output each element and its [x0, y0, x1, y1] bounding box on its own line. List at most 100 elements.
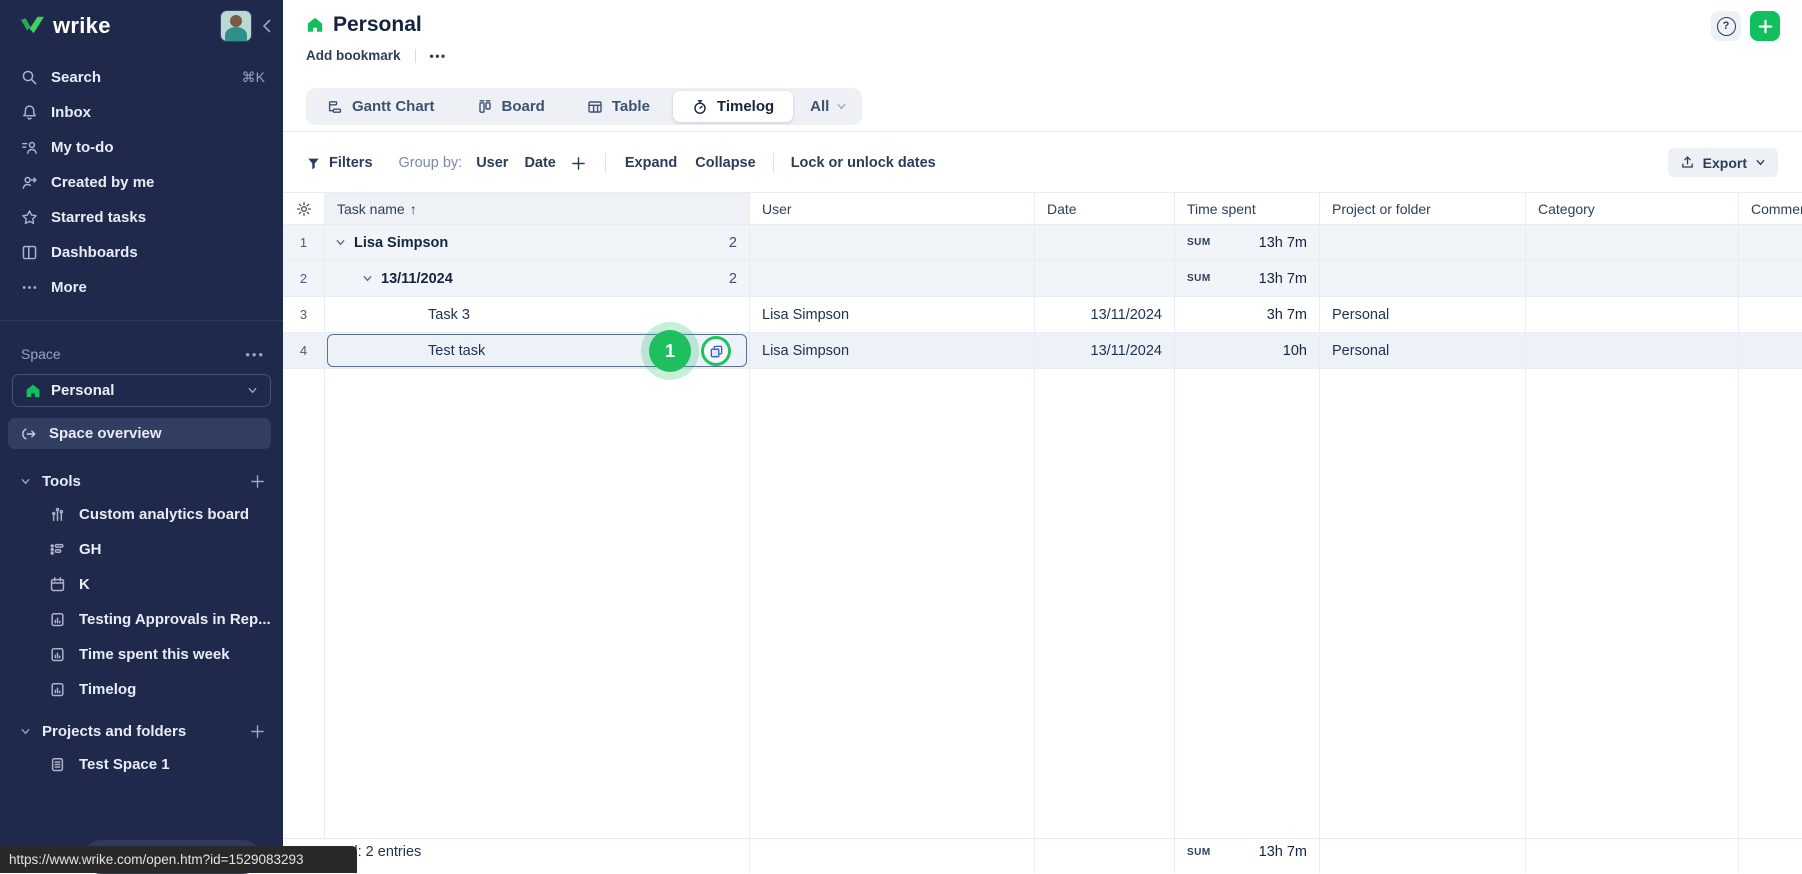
user-cell[interactable]: Lisa Simpson	[750, 297, 1035, 333]
expand-button[interactable]: Expand	[625, 155, 677, 171]
divider	[773, 153, 774, 173]
task-name: Test task	[428, 343, 485, 359]
sidebar-item-label: Dashboards	[51, 244, 138, 261]
chevron-down-icon	[247, 385, 258, 396]
chevron-down-icon	[20, 726, 31, 737]
user-cell[interactable]: Lisa Simpson	[750, 333, 1035, 369]
project-cell[interactable]: Personal	[1320, 297, 1526, 333]
row-number: 2	[283, 261, 325, 297]
create-new-button[interactable]	[1750, 11, 1780, 41]
task-name-cell[interactable]: Test task	[325, 333, 750, 369]
sidebar-item-created-by-me[interactable]: Created by me	[0, 165, 283, 200]
group-cell-date[interactable]: 13/11/2024 2	[325, 261, 750, 297]
grid-empty-area	[283, 369, 1802, 838]
date-cell[interactable]: 13/11/2024	[1035, 297, 1175, 333]
column-header-time-spent[interactable]: Time spent	[1175, 193, 1320, 225]
project-cell[interactable]: Personal	[1320, 333, 1526, 369]
projects-section-header[interactable]: Projects and folders	[0, 715, 283, 747]
group-name: Lisa Simpson	[354, 235, 448, 251]
sidebar-item-search[interactable]: Search ⌘K	[0, 60, 283, 95]
tab-label: Timelog	[717, 98, 774, 115]
tab-timelog[interactable]: Timelog	[673, 91, 793, 122]
date-cell[interactable]: 13/11/2024	[1035, 333, 1175, 369]
selection-outline	[327, 334, 747, 367]
time-spent-cell[interactable]: 3h 7m	[1175, 297, 1320, 333]
task-name-cell[interactable]: Task 3	[325, 297, 750, 333]
table-row-group-date[interactable]: 2 13/11/2024 2 SUM 13h 7m	[283, 261, 1802, 297]
bell-icon	[21, 104, 38, 121]
sidebar-item-my-todo[interactable]: My to-do	[0, 130, 283, 165]
column-header-comments[interactable]: Comments	[1739, 193, 1802, 225]
open-task-button[interactable]	[701, 336, 731, 366]
lock-unlock-dates-button[interactable]: Lock or unlock dates	[791, 155, 936, 171]
gear-icon	[296, 201, 312, 217]
sidebar-item-space-overview[interactable]: Space overview	[8, 418, 271, 449]
sidebar-item-label: Testing Approvals in Rep...	[79, 611, 271, 628]
grid-settings-cell[interactable]	[283, 193, 325, 225]
time-spent-value: 10h	[1283, 343, 1307, 359]
help-icon: ?	[1717, 17, 1736, 36]
group-by-date[interactable]: Date	[524, 155, 555, 171]
sidebar-item-gh[interactable]: GH	[0, 532, 283, 567]
user-avatar[interactable]	[220, 10, 252, 42]
sidebar-item-custom-analytics-board[interactable]: Custom analytics board	[0, 497, 283, 532]
row-number: 4	[283, 333, 325, 369]
space-selector-label: Personal	[51, 382, 114, 399]
tools-section-header[interactable]: Tools	[0, 465, 283, 497]
wrike-logo-text: wrike	[53, 13, 111, 39]
chevron-down-icon[interactable]	[362, 273, 373, 284]
add-grouping-icon[interactable]	[571, 156, 586, 171]
column-header-user[interactable]: User	[750, 193, 1035, 225]
filter-funnel-icon	[306, 156, 321, 171]
column-header-task-name[interactable]: Task name ↑	[325, 193, 750, 225]
space-selector[interactable]: Personal	[12, 374, 271, 407]
table-row-group-user[interactable]: 1 Lisa Simpson 2 SUM 13h 7m	[283, 225, 1802, 261]
sidebar-item-label: Starred tasks	[51, 209, 146, 226]
time-spent-cell[interactable]: 10h	[1175, 333, 1320, 369]
add-project-icon[interactable]	[250, 724, 265, 739]
sidebar-item-testing-approvals[interactable]: Testing Approvals in Rep...	[0, 602, 283, 637]
tab-label: Gantt Chart	[352, 98, 435, 115]
time-spent-value: 13h 7m	[1259, 235, 1307, 251]
chevron-down-icon[interactable]	[335, 237, 346, 248]
tab-all-dropdown[interactable]: All	[795, 88, 862, 125]
add-bookmark-link[interactable]: Add bookmark	[306, 48, 401, 63]
export-icon	[1680, 155, 1695, 170]
tab-table[interactable]: Table	[566, 88, 671, 125]
wrike-logo[interactable]: wrike	[20, 13, 111, 39]
column-header-category[interactable]: Category	[1526, 193, 1739, 225]
sidebar-item-time-spent-this-week[interactable]: Time spent this week	[0, 637, 283, 672]
divider	[415, 49, 416, 63]
space-more-icon[interactable]: •••	[245, 347, 265, 362]
sidebar-item-inbox[interactable]: Inbox	[0, 95, 283, 130]
help-button[interactable]: ?	[1711, 11, 1741, 41]
collapse-button[interactable]: Collapse	[695, 155, 755, 171]
sidebar-collapse-chevron-icon[interactable]	[262, 19, 271, 33]
group-by-user[interactable]: User	[476, 155, 508, 171]
column-header-date[interactable]: Date	[1035, 193, 1175, 225]
table-row-test-task[interactable]: 4 Test task Lisa Simpson 13/11/2024 10h …	[283, 333, 1802, 369]
timelog-grid: Task name ↑ User Date Time spent Project…	[283, 192, 1802, 873]
sidebar-item-test-space-1[interactable]: Test Space 1	[0, 747, 283, 782]
export-button[interactable]: Export	[1668, 148, 1778, 177]
sidebar-nav: Search ⌘K Inbox My to-do Created by me S…	[0, 52, 283, 305]
header-more-icon[interactable]: •••	[430, 49, 447, 63]
sidebar-item-label: More	[51, 279, 87, 296]
main-content: Personal Add bookmark ••• ? Gantt Chart …	[283, 0, 1802, 873]
sidebar-item-dashboards[interactable]: Dashboards	[0, 235, 283, 270]
tab-board[interactable]: Board	[456, 88, 566, 125]
sidebar-item-label: GH	[79, 541, 102, 558]
add-tool-icon[interactable]	[250, 474, 265, 489]
tools-label: Tools	[42, 473, 81, 490]
sidebar-item-k[interactable]: K	[0, 567, 283, 602]
time-spent-value: 3h 7m	[1267, 307, 1307, 323]
sidebar-item-starred-tasks[interactable]: Starred tasks	[0, 200, 283, 235]
column-header-project[interactable]: Project or folder	[1320, 193, 1526, 225]
tab-gantt-chart[interactable]: Gantt Chart	[306, 88, 456, 125]
calendar-icon	[49, 576, 66, 593]
table-row-task-3[interactable]: 3 Task 3 Lisa Simpson 13/11/2024 3h 7m P…	[283, 297, 1802, 333]
filters-button[interactable]: Filters	[306, 155, 373, 171]
group-cell-user[interactable]: Lisa Simpson 2	[325, 225, 750, 261]
sidebar-item-timelog[interactable]: Timelog	[0, 672, 283, 707]
sidebar-item-more[interactable]: More	[0, 270, 283, 305]
